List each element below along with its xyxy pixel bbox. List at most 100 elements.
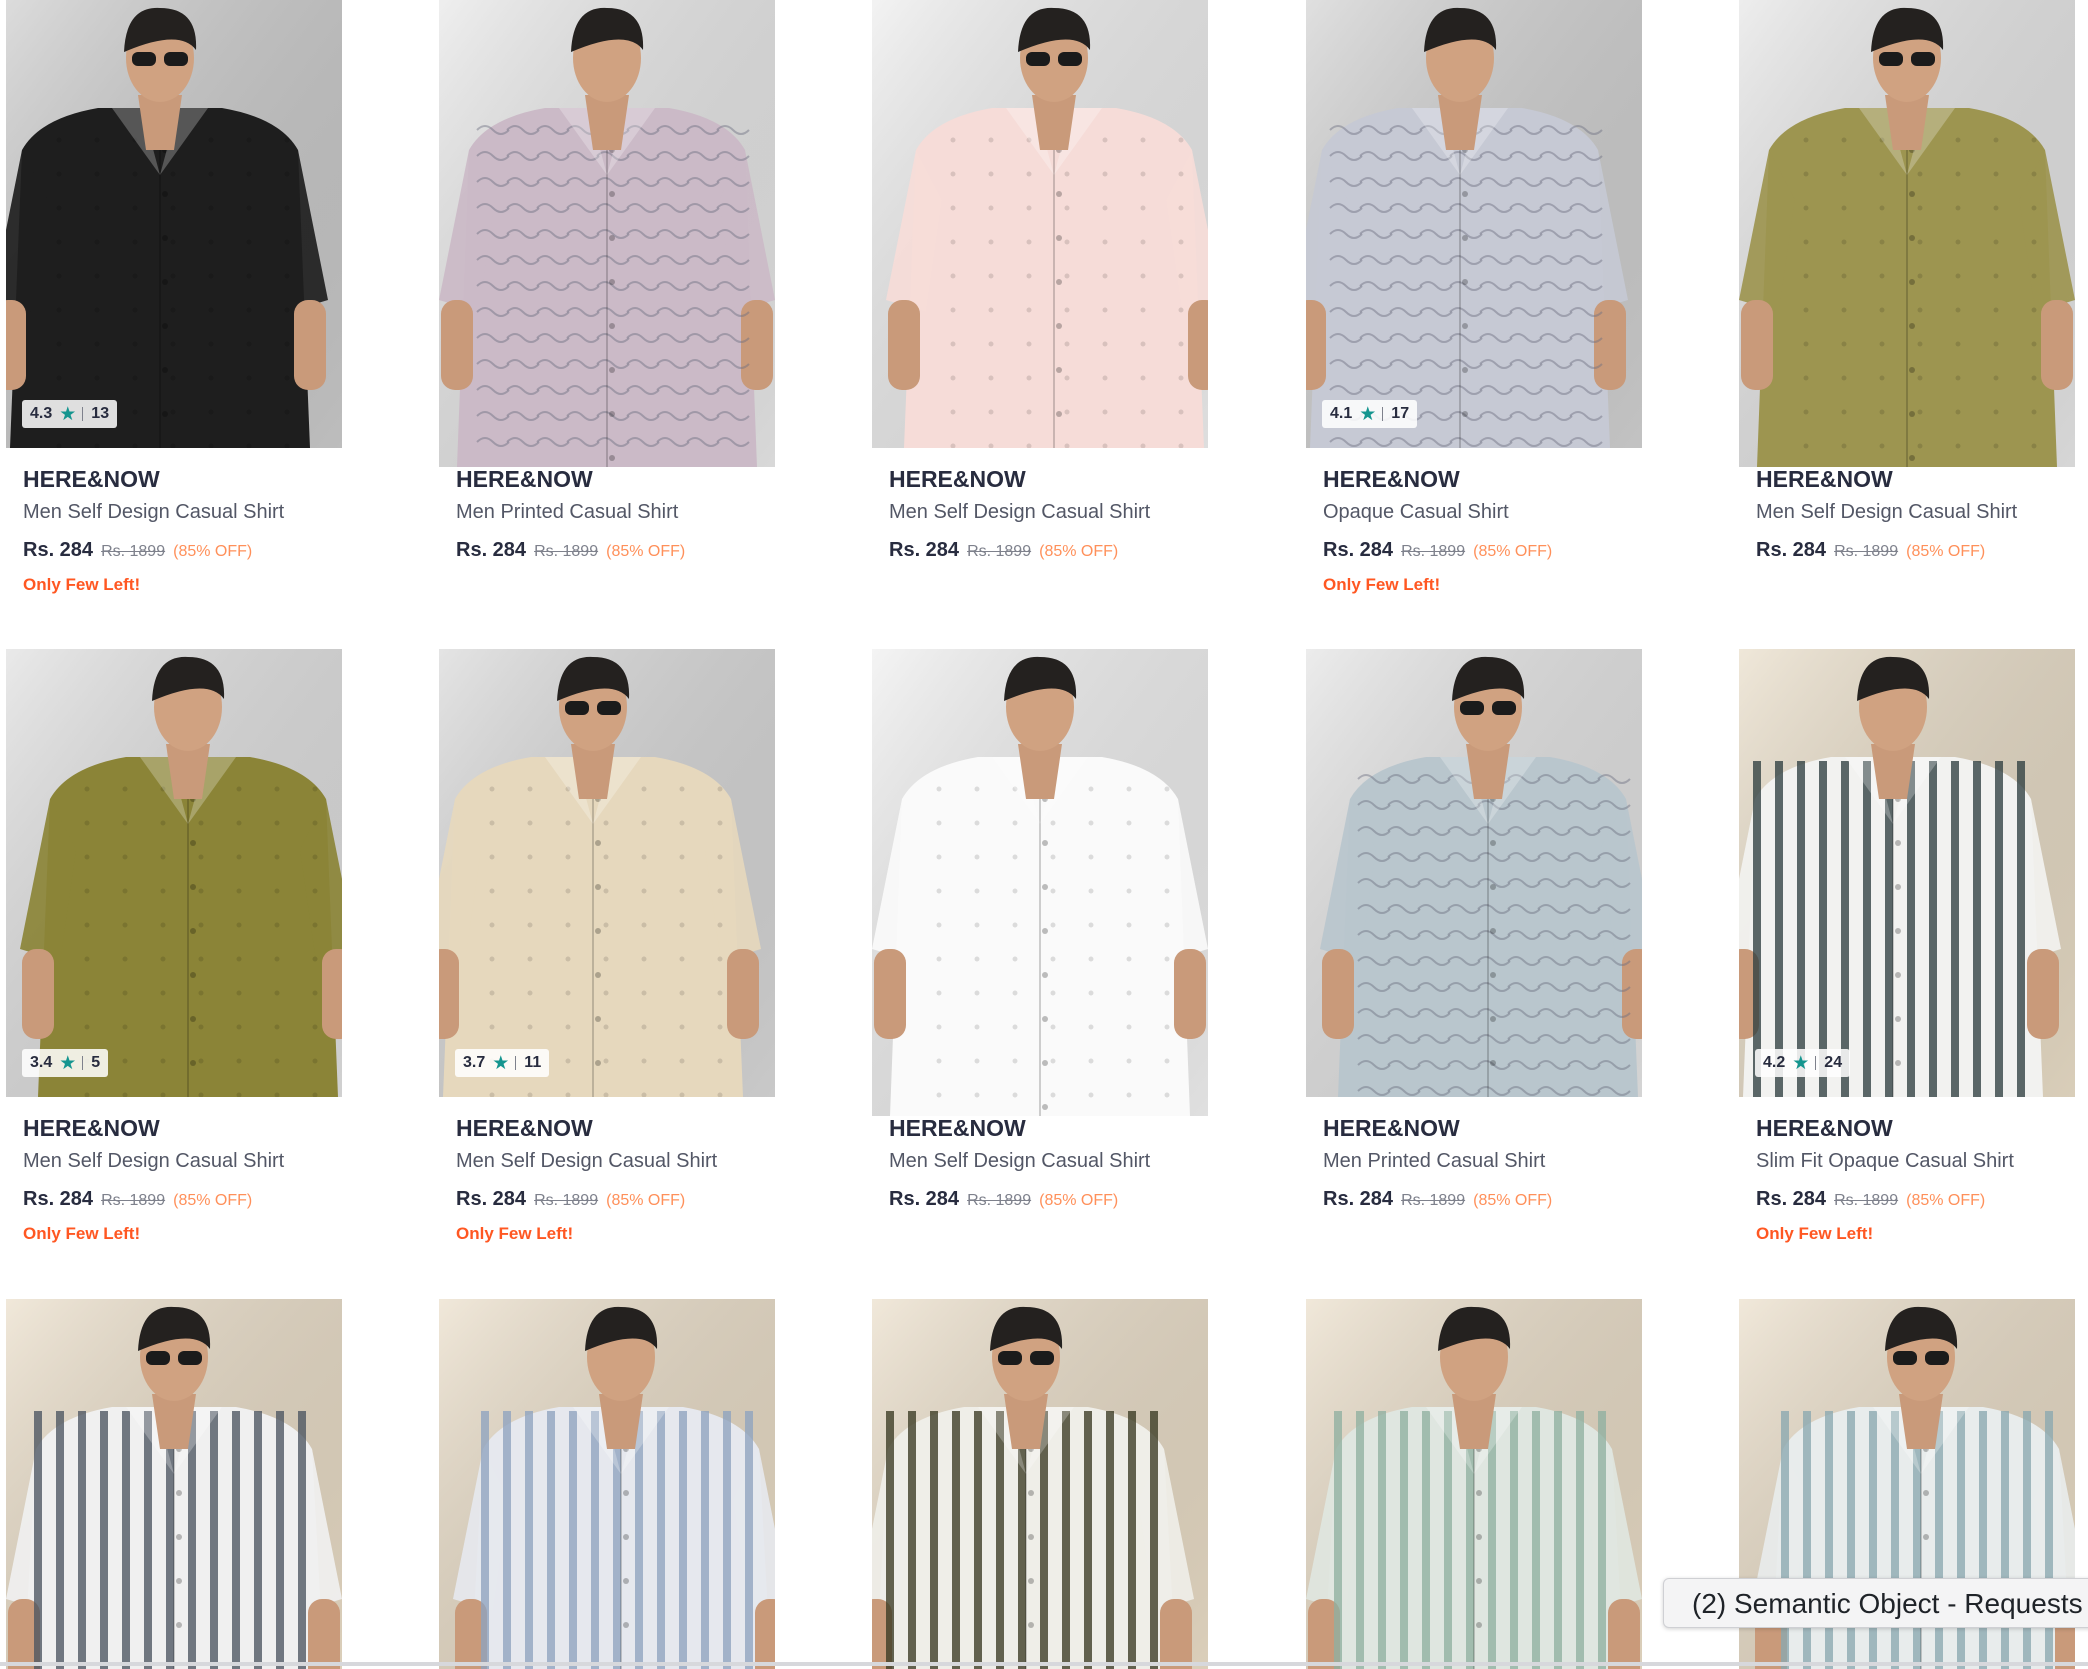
product-image[interactable] xyxy=(872,0,1208,448)
price-row: Rs. 284 Rs. 1899 (85% OFF) xyxy=(456,535,776,565)
product-photo xyxy=(1739,0,2075,467)
original-price: Rs. 1899 xyxy=(967,1192,1032,1209)
original-price: Rs. 1899 xyxy=(534,1192,599,1209)
product-brand: HERE&NOW xyxy=(23,1115,160,1141)
product-image[interactable]: 4.1 ★ 17 xyxy=(1306,0,1642,448)
rating-value: 4.1 xyxy=(1330,405,1353,422)
product-info[interactable]: HERE&NOW Men Self Design Casual Shirt Rs. … xyxy=(889,463,1209,565)
selling-price: Rs. 284 xyxy=(1756,539,1827,561)
rating-value: 4.2 xyxy=(1763,1054,1786,1071)
product-brand: HERE&NOW xyxy=(1756,466,1893,492)
rating-badge: 3.7 ★ 11 xyxy=(455,1049,550,1077)
rating-count: 17 xyxy=(1391,405,1410,422)
product-brand: HERE&NOW xyxy=(1323,466,1460,492)
star-icon: ★ xyxy=(1359,403,1377,425)
discount-label: (85% OFF) xyxy=(606,1192,686,1209)
discount-label: (85% OFF) xyxy=(1039,1192,1119,1209)
rating-badge: 4.3 ★ 13 xyxy=(22,400,118,428)
product-image[interactable] xyxy=(1306,649,1642,1097)
product-photo xyxy=(6,0,342,448)
product-name: Men Printed Casual Shirt xyxy=(456,501,679,523)
product-image[interactable] xyxy=(6,1299,342,1669)
product-image[interactable] xyxy=(872,1299,1208,1669)
rating-badge: 4.1 ★ 17 xyxy=(1322,400,1418,428)
price-row: Rs. 284 Rs. 1899 (85% OFF) xyxy=(1323,535,1643,565)
product-info[interactable]: HERE&NOW Men Self Design Casual Shirt Rs. … xyxy=(23,1112,343,1247)
product-image[interactable] xyxy=(439,1299,775,1669)
product-brand: HERE&NOW xyxy=(889,466,1026,492)
product-name: Opaque Casual Shirt xyxy=(1323,501,1509,523)
product-image[interactable] xyxy=(439,0,775,467)
stock-note: Only Few Left! xyxy=(1323,575,1441,594)
discount-label: (85% OFF) xyxy=(1473,543,1553,560)
rating-divider xyxy=(1815,1056,1817,1070)
product-photo xyxy=(439,649,775,1097)
rating-value: 3.7 xyxy=(463,1054,486,1071)
product-image[interactable] xyxy=(872,649,1208,1116)
original-price: Rs. 1899 xyxy=(534,543,599,560)
price-row: Rs. 284 Rs. 1899 (85% OFF) xyxy=(23,1184,343,1214)
product-name: Men Self Design Casual Shirt xyxy=(889,501,1151,523)
rating-count: 11 xyxy=(524,1054,542,1071)
discount-label: (85% OFF) xyxy=(1906,543,1986,560)
product-brand: HERE&NOW xyxy=(1323,1115,1460,1141)
product-info[interactable]: HERE&NOW Men Self Design Casual Shirt Rs. … xyxy=(23,463,343,598)
product-photo xyxy=(1306,649,1642,1097)
product-image[interactable] xyxy=(1739,0,2075,467)
original-price: Rs. 1899 xyxy=(1401,1192,1466,1209)
selling-price: Rs. 284 xyxy=(23,539,94,561)
discount-label: (85% OFF) xyxy=(1039,543,1119,560)
product-info[interactable]: HERE&NOW Opaque Casual Shirt Rs. 284 Rs. 18… xyxy=(1323,463,1643,598)
star-icon: ★ xyxy=(59,403,77,425)
price-row: Rs. 284 Rs. 1899 (85% OFF) xyxy=(889,1184,1209,1214)
rating-badge: 3.4 ★ 5 xyxy=(22,1049,109,1077)
star-icon: ★ xyxy=(59,1052,77,1074)
product-info[interactable]: HERE&NOW Men Self Design Casual Shirt Rs. … xyxy=(889,1112,1209,1214)
product-name: Men Self Design Casual Shirt xyxy=(889,1150,1151,1172)
product-photo xyxy=(439,0,775,467)
product-info[interactable]: HERE&NOW Men Printed Casual Shirt Rs. 284 R… xyxy=(456,463,776,565)
product-info[interactable]: HERE&NOW Slim Fit Opaque Casual Shirt Rs. … xyxy=(1756,1112,2076,1247)
product-photo xyxy=(872,0,1208,448)
product-brand: HERE&NOW xyxy=(456,1115,593,1141)
product-image[interactable]: 3.7 ★ 11 xyxy=(439,649,775,1097)
original-price: Rs. 1899 xyxy=(1834,1192,1899,1209)
rating-value: 4.3 xyxy=(30,405,53,422)
selling-price: Rs. 284 xyxy=(23,1188,94,1210)
selling-price: Rs. 284 xyxy=(1756,1188,1827,1210)
discount-label: (85% OFF) xyxy=(173,1192,253,1209)
rating-count: 5 xyxy=(91,1054,101,1071)
product-brand: HERE&NOW xyxy=(456,466,593,492)
product-info[interactable]: HERE&NOW Men Self Design Casual Shirt Rs. … xyxy=(1756,463,2076,565)
product-name: Men Self Design Casual Shirt xyxy=(23,1150,285,1172)
product-name: Men Self Design Casual Shirt xyxy=(1756,501,2018,523)
discount-label: (85% OFF) xyxy=(1473,1192,1553,1209)
product-image[interactable] xyxy=(1306,1299,1642,1669)
price-row: Rs. 284 Rs. 1899 (85% OFF) xyxy=(1756,535,2076,565)
star-icon: ★ xyxy=(1792,1052,1810,1074)
price-row: Rs. 284 Rs. 1899 (85% OFF) xyxy=(456,1184,776,1214)
stock-note: Only Few Left! xyxy=(23,575,141,594)
rating-divider xyxy=(82,1056,84,1070)
selling-price: Rs. 284 xyxy=(1323,539,1394,561)
rating-value: 3.4 xyxy=(30,1054,53,1071)
product-info[interactable]: HERE&NOW Men Printed Casual Shirt Rs. 284 R… xyxy=(1323,1112,1643,1214)
original-price: Rs. 1899 xyxy=(1401,543,1466,560)
product-brand: HERE&NOW xyxy=(1756,1115,1893,1141)
browser-tab-tooltip: (2) Semantic Object - Requests xyxy=(1663,1578,2088,1628)
product-photo xyxy=(1739,649,2075,1097)
product-image[interactable]: 4.3 ★ 13 xyxy=(6,0,342,448)
selling-price: Rs. 284 xyxy=(456,1188,527,1210)
product-image[interactable]: 4.2 ★ 24 xyxy=(1739,649,2075,1097)
discount-label: (85% OFF) xyxy=(1906,1192,1986,1209)
product-name: Men Printed Casual Shirt xyxy=(1323,1150,1546,1172)
price-row: Rs. 284 Rs. 1899 (85% OFF) xyxy=(23,535,343,565)
product-info[interactable]: HERE&NOW Men Self Design Casual Shirt Rs. … xyxy=(456,1112,776,1247)
product-photo xyxy=(6,649,342,1097)
discount-label: (85% OFF) xyxy=(173,543,253,560)
product-grid: 4.3 ★ 13 HERE&NOW Men Self Design Casual Shi… xyxy=(0,0,2088,1669)
stock-note: Only Few Left! xyxy=(1756,1224,1874,1243)
discount-label: (85% OFF) xyxy=(606,543,686,560)
product-image[interactable]: 3.4 ★ 5 xyxy=(6,649,342,1097)
rating-badge: 4.2 ★ 24 xyxy=(1755,1049,1851,1077)
